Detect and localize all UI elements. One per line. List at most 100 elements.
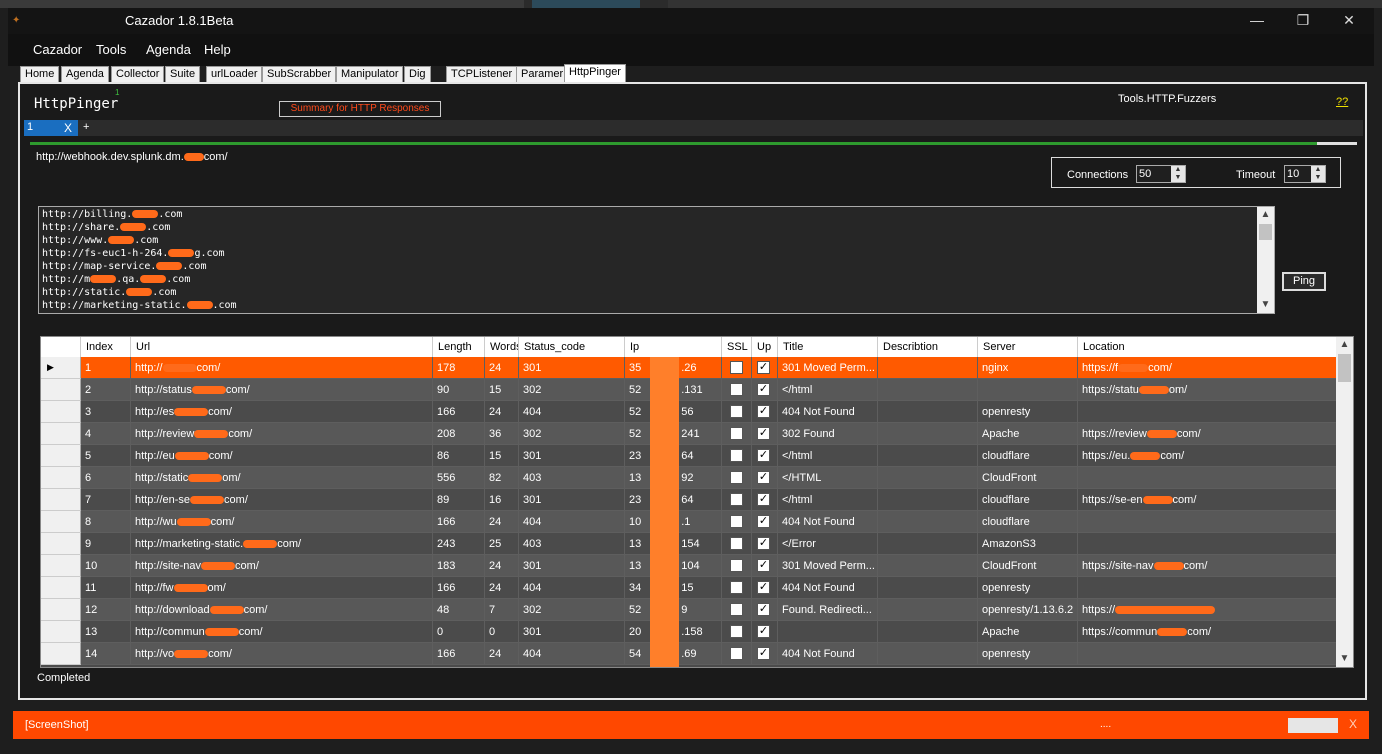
row-header[interactable]	[41, 621, 81, 643]
row-header[interactable]	[41, 489, 81, 511]
ssl-checkbox[interactable]	[730, 647, 743, 660]
minimize-button[interactable]: —	[1234, 8, 1280, 34]
table-row[interactable]: 5 http://eu com/86 15 301 23 64 ✓ </html cloudfla…	[41, 445, 1338, 467]
ssl-checkbox[interactable]	[730, 581, 743, 594]
column-header-up[interactable]: Up	[752, 337, 778, 357]
table-row[interactable]: 13 http://commun com/0 0 301 20 .158 ✓ Apache htt…	[41, 621, 1338, 643]
ssl-checkbox[interactable]	[730, 361, 743, 374]
ping-button[interactable]: Ping	[1282, 272, 1326, 291]
help-link[interactable]: ??	[1336, 96, 1348, 108]
menu-tools[interactable]: Tools	[96, 42, 126, 57]
row-header[interactable]: ▶	[41, 357, 81, 379]
row-header[interactable]	[41, 577, 81, 599]
ssl-checkbox[interactable]	[730, 493, 743, 506]
table-row[interactable]: 3 http://es com/166 24 404 52 56 ✓ 404 Not Found…	[41, 401, 1338, 423]
tab-dig[interactable]: Dig	[404, 66, 431, 82]
spinner-arrows-icon[interactable]: ▲ ▼	[1171, 166, 1185, 182]
up-checkbox[interactable]: ✓	[757, 625, 770, 638]
up-checkbox[interactable]: ✓	[757, 449, 770, 462]
scroll-thumb[interactable]	[1338, 354, 1351, 382]
grid-scrollbar[interactable]: ▲ ▼	[1336, 337, 1353, 667]
screenshot-label[interactable]: [ScreenShot]	[25, 719, 89, 731]
column-header-ip[interactable]: Ip	[625, 337, 722, 357]
tab-paramer[interactable]: Paramer	[516, 66, 569, 82]
menu-agenda[interactable]: Agenda	[146, 42, 191, 57]
ssl-checkbox[interactable]	[730, 471, 743, 484]
column-header-describtion[interactable]: Describtion	[878, 337, 978, 357]
ssl-checkbox[interactable]	[730, 625, 743, 638]
tab-tcplistener[interactable]: TCPListener	[446, 66, 518, 82]
table-row[interactable]: 6 http://static om/556 82 403 13 92 ✓ </HTML Clou…	[41, 467, 1338, 489]
column-header-url[interactable]: Url	[131, 337, 433, 357]
up-checkbox[interactable]: ✓	[757, 405, 770, 418]
column-header-words[interactable]: Words	[485, 337, 519, 357]
up-checkbox[interactable]: ✓	[757, 603, 770, 616]
ssl-checkbox[interactable]	[730, 559, 743, 572]
column-header-status-code[interactable]: Status_code	[519, 337, 625, 357]
row-header[interactable]	[41, 555, 81, 577]
table-row[interactable]: 14 http://vo com/166 24 404 54 .69 ✓ 404 Not Fou…	[41, 643, 1338, 665]
hosts-textarea[interactable]: http://billing. .com http://share. .com http…	[38, 206, 1275, 314]
tab-suite[interactable]: Suite	[165, 66, 201, 82]
ssl-checkbox[interactable]	[730, 449, 743, 462]
column-header-index[interactable]: Index	[81, 337, 131, 357]
up-checkbox[interactable]: ✓	[757, 559, 770, 572]
ssl-checkbox[interactable]	[730, 405, 743, 418]
tab-manipulator[interactable]: Manipulator	[336, 66, 404, 82]
scroll-up-icon[interactable]: ▲	[1257, 207, 1274, 223]
up-checkbox[interactable]: ✓	[757, 647, 770, 660]
row-header[interactable]	[41, 599, 81, 621]
up-checkbox[interactable]: ✓	[757, 537, 770, 550]
close-button[interactable]: ✕	[1326, 8, 1372, 34]
timeout-spinner[interactable]: 10 ▲ ▼	[1284, 165, 1326, 183]
ssl-checkbox[interactable]	[730, 537, 743, 550]
tab-subscrabber[interactable]: SubScrabber	[262, 66, 337, 82]
tab-httppinger[interactable]: HttpPinger	[564, 64, 626, 82]
table-row[interactable]: 11 http://fw om/166 24 404 34 15 ✓ 404 Not Found…	[41, 577, 1338, 599]
table-row[interactable]: 9 http://marketing-static. com/243 25 403 13 1…	[41, 533, 1338, 555]
table-row[interactable]: ▶ 1 http:// com/178 24 301 35 .26 ✓ 301 Moved Per…	[41, 357, 1338, 379]
column-header-server[interactable]: Server	[978, 337, 1078, 357]
column-header-title[interactable]: Title	[778, 337, 878, 357]
tab-urlloader[interactable]: urlLoader	[206, 66, 263, 82]
ssl-checkbox[interactable]	[730, 383, 743, 396]
tab-home[interactable]: Home	[20, 66, 60, 82]
screenshot-close-button[interactable]: X	[1349, 717, 1357, 731]
table-row[interactable]: 4 http://review com/208 36 302 52 241 ✓ 302 Foun…	[41, 423, 1338, 445]
row-header[interactable]	[41, 445, 81, 467]
menu-help[interactable]: Help	[204, 42, 231, 57]
hosts-scrollbar[interactable]: ▲ ▼	[1257, 207, 1274, 313]
screenshot-input[interactable]	[1288, 718, 1338, 733]
row-header[interactable]	[41, 401, 81, 423]
scroll-down-icon[interactable]: ▼	[1336, 651, 1353, 667]
add-session-tab-button[interactable]: +	[83, 121, 89, 133]
maximize-button[interactable]: ❐	[1280, 8, 1326, 34]
row-header[interactable]	[41, 643, 81, 665]
up-checkbox[interactable]: ✓	[757, 471, 770, 484]
table-row[interactable]: 7 http://en-se com/89 16 301 23 64 ✓ </html cloud…	[41, 489, 1338, 511]
row-header[interactable]	[41, 379, 81, 401]
spinner-arrows-icon[interactable]: ▲ ▼	[1311, 166, 1325, 182]
up-checkbox[interactable]: ✓	[757, 493, 770, 506]
table-row[interactable]: 2 http://status com/90 15 302 52 .131 ✓ </html ht…	[41, 379, 1338, 401]
column-header-location[interactable]: Location	[1078, 337, 1338, 357]
table-row[interactable]: 8 http://wu com/166 24 404 10 .1 ✓ 404 Not Found…	[41, 511, 1338, 533]
up-checkbox[interactable]: ✓	[757, 515, 770, 528]
row-header[interactable]	[41, 511, 81, 533]
connections-spinner[interactable]: 50 ▲ ▼	[1136, 165, 1186, 183]
session-tab-1[interactable]: 1 X	[24, 120, 78, 136]
row-header[interactable]	[41, 467, 81, 489]
table-row[interactable]: 12 http://download com/48 7 302 52 9 ✓ Found. Re…	[41, 599, 1338, 621]
ssl-checkbox[interactable]	[730, 515, 743, 528]
scroll-down-icon[interactable]: ▼	[1257, 297, 1274, 313]
column-header-ssl[interactable]: SSL	[722, 337, 752, 357]
up-checkbox[interactable]: ✓	[757, 427, 770, 440]
scroll-up-icon[interactable]: ▲	[1336, 337, 1353, 353]
menu-cazador[interactable]: Cazador	[33, 42, 82, 57]
tab-agenda[interactable]: Agenda	[61, 66, 109, 82]
tab-collector[interactable]: Collector	[111, 66, 165, 82]
summary-http-responses-button[interactable]: Summary for HTTP Responses	[279, 101, 441, 117]
up-checkbox[interactable]: ✓	[757, 361, 770, 374]
ssl-checkbox[interactable]	[730, 427, 743, 440]
row-header[interactable]	[41, 533, 81, 555]
